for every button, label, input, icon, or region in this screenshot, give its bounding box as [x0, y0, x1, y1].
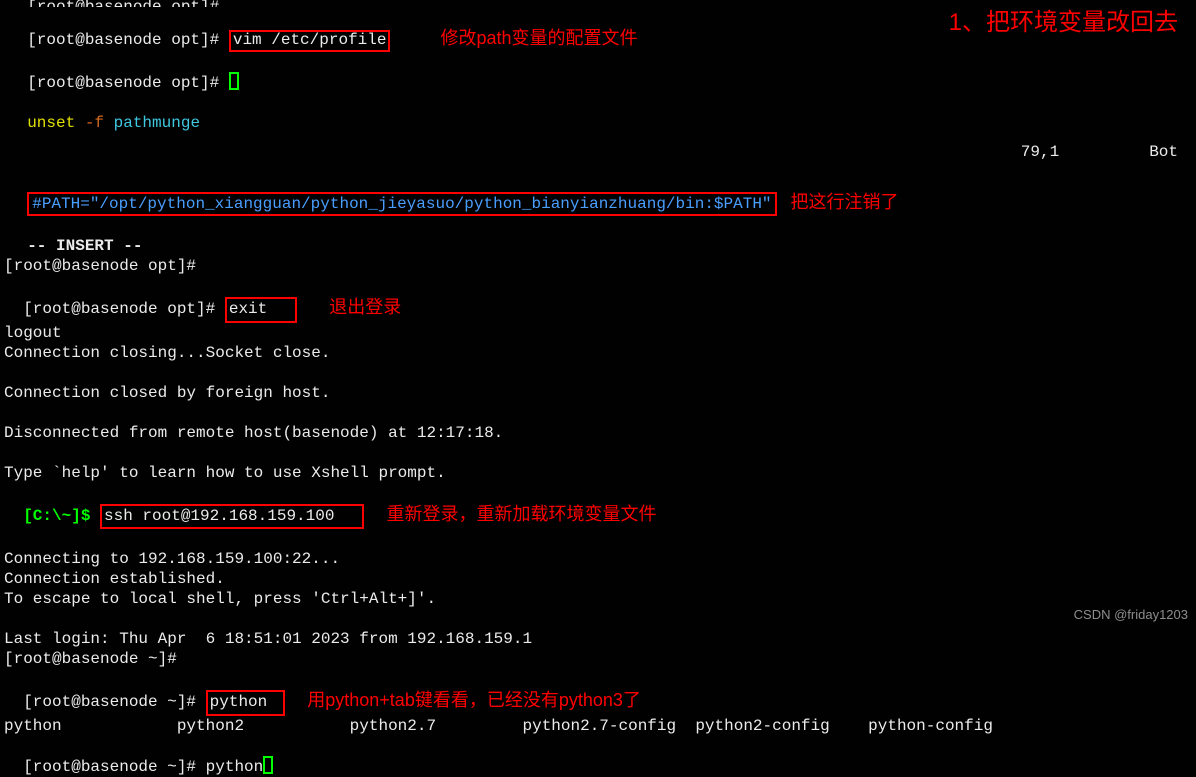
terminal-line: [root@basenode opt]#: [0, 256, 1196, 276]
spacer: [0, 443, 1196, 463]
terminal-output: Last login: Thu Apr 6 18:51:01 2023 from…: [0, 629, 1196, 649]
cmd-highlight: #PATH="/opt/python_xiangguan/python_jiey…: [27, 192, 776, 216]
cmd-text: python: [206, 758, 264, 776]
vim-content-unset: unset -f pathmunge: [0, 93, 1196, 133]
terminal-output: logout: [0, 323, 1196, 343]
prompt: [root@basenode ~]#: [23, 758, 205, 776]
pos-text: 79,1: [1021, 143, 1059, 161]
prompt: [root@basenode opt]#: [27, 31, 229, 49]
comment-hash: #: [32, 195, 42, 213]
cmd-highlight: python: [206, 690, 286, 716]
terminal-output: Connection closed by foreign host.: [0, 383, 1196, 403]
prompt: [root@basenode opt]#: [4, 257, 196, 275]
terminal-output: Connection closing...Socket close.: [0, 343, 1196, 363]
terminal-line-python: [root@basenode ~]# python 用python+tab键看看，…: [0, 669, 1196, 716]
annotation: 把这行注销了: [791, 192, 899, 212]
comment-body: PATH="/opt/python_xiangguan/python_jieya…: [42, 195, 772, 213]
terminal-line-empty: [root@basenode opt]#: [0, 52, 1196, 93]
cursor-icon: [263, 756, 273, 774]
cmd-text: vim /etc/profile: [233, 31, 387, 49]
annotation: 修改path变量的配置文件: [440, 28, 637, 48]
mode-text: -- INSERT --: [27, 237, 142, 255]
terminal-output: To escape to local shell, press 'Ctrl+Al…: [0, 589, 1196, 609]
cmd-highlight: vim /etc/profile: [229, 30, 391, 52]
keyword: unset: [27, 114, 85, 132]
watermark: CSDN @friday1203: [1074, 607, 1188, 623]
local-prompt: [C:\~]$: [23, 507, 100, 525]
flag: -f: [85, 114, 114, 132]
cmd-text: python: [210, 693, 268, 711]
cmd-text: ssh root@192.168.159.100: [104, 507, 334, 525]
prompt-text: [root@basenode opt]#: [27, 0, 219, 7]
arg: pathmunge: [114, 114, 200, 132]
cursor-icon: [229, 72, 239, 90]
terminal-output: Connecting to 192.168.159.100:22...: [0, 549, 1196, 569]
terminal-line-ssh: [C:\~]$ ssh root@192.168.159.100 重新登录，重新加…: [0, 483, 1196, 530]
page-title: 1、把环境变量改回去: [949, 8, 1178, 38]
vim-mode: -- INSERT --: [0, 216, 1196, 256]
terminal-output: Connection established.: [0, 569, 1196, 589]
terminal-line-exit: [root@basenode opt]# exit 退出登录: [0, 276, 1196, 323]
annotation: 用python+tab键看看，已经没有python3了: [307, 690, 641, 710]
vim-content-path: #PATH="/opt/python_xiangguan/python_jiey…: [0, 171, 1196, 216]
spacer: [0, 403, 1196, 423]
prompt: [root@basenode ~]#: [23, 693, 205, 711]
spacer: [0, 133, 1196, 171]
annotation: 重新登录，重新加载环境变量文件: [386, 504, 656, 524]
spacer: [0, 529, 1196, 549]
terminal-line-python2: [root@basenode ~]# python: [0, 736, 1196, 777]
annotation: 退出登录: [329, 297, 401, 317]
cmd-highlight: exit: [225, 297, 297, 323]
prompt: [root@basenode opt]#: [27, 74, 229, 92]
terminal-output: Type `help' to learn how to use Xshell p…: [0, 463, 1196, 483]
scroll-pos: Bot: [1149, 143, 1178, 161]
cmd-highlight: ssh root@192.168.159.100: [100, 504, 364, 530]
terminal-line: [root@basenode ~]#: [0, 649, 1196, 669]
terminal-output: Disconnected from remote host(basenode) …: [0, 423, 1196, 443]
spacer: [0, 609, 1196, 629]
tab-completion-row: python python2 python2.7 python2.7-confi…: [0, 716, 1196, 736]
prompt: [root@basenode opt]#: [23, 300, 225, 318]
vim-cursor-pos: 79,1 Bot: [1021, 142, 1178, 162]
spacer: [0, 363, 1196, 383]
terminal-prompt: [root@basenode opt]#: [0, 0, 1196, 7]
cmd-text: exit: [229, 300, 267, 318]
